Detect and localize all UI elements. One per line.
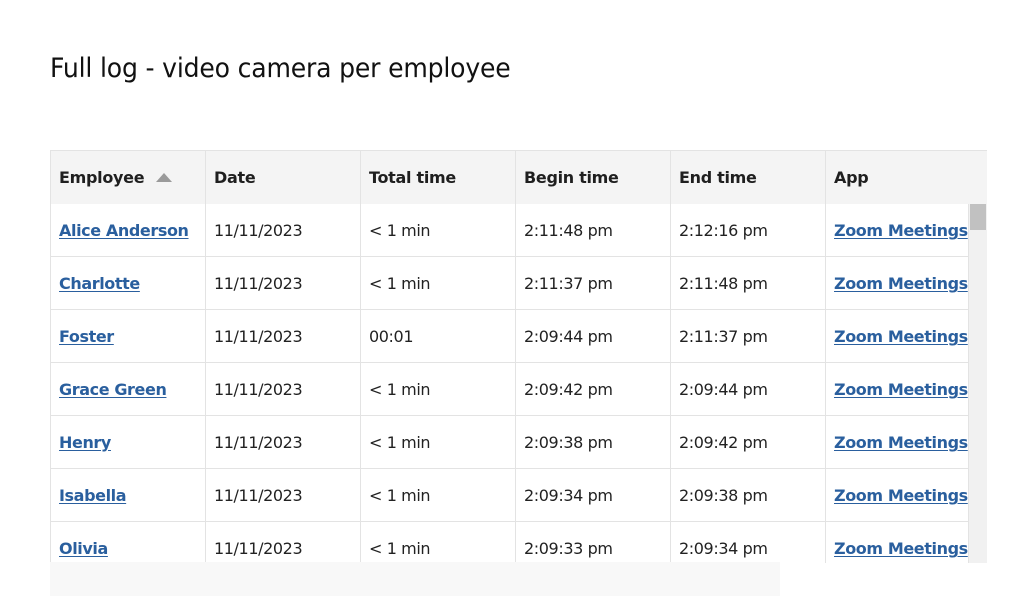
cell-date: 11/11/2023: [206, 416, 361, 468]
scrollbar-thumb[interactable]: [970, 204, 986, 230]
app-link[interactable]: Zoom Meetings: [834, 539, 968, 558]
cell-total-time: < 1 min: [361, 416, 516, 468]
table-body: Alice Anderson 11/11/2023 < 1 min 2:11:4…: [51, 204, 987, 563]
cell-total-time: < 1 min: [361, 363, 516, 415]
employee-link[interactable]: Henry: [59, 433, 111, 452]
table-row: Grace Green 11/11/2023 < 1 min 2:09:42 p…: [51, 363, 987, 416]
cell-end-time: 2:11:37 pm: [671, 310, 826, 362]
cell-date: 11/11/2023: [206, 310, 361, 362]
cell-end-time: 2:09:34 pm: [671, 522, 826, 563]
cell-begin-time: 2:09:42 pm: [516, 363, 671, 415]
cell-date: 11/11/2023: [206, 522, 361, 563]
cell-end-time: 2:09:44 pm: [671, 363, 826, 415]
app-link[interactable]: Zoom Meetings: [834, 274, 968, 293]
cell-begin-time: 2:09:38 pm: [516, 416, 671, 468]
sort-ascending-icon[interactable]: [156, 173, 173, 182]
cell-employee: Henry: [51, 416, 206, 468]
footer-strip: [50, 562, 780, 596]
cell-employee: Isabella: [51, 469, 206, 521]
app-link[interactable]: Zoom Meetings: [834, 486, 968, 505]
column-header-employee[interactable]: Employee: [51, 151, 206, 204]
app-link[interactable]: Zoom Meetings: [834, 380, 968, 399]
table-row: Olivia 11/11/2023 < 1 min 2:09:33 pm 2:0…: [51, 522, 987, 563]
table-row: Henry 11/11/2023 < 1 min 2:09:38 pm 2:09…: [51, 416, 987, 469]
cell-app: Zoom Meetings: [826, 469, 969, 521]
cell-total-time: 00:01: [361, 310, 516, 362]
app-link[interactable]: Zoom Meetings: [834, 327, 968, 346]
table-row: Isabella 11/11/2023 < 1 min 2:09:34 pm 2…: [51, 469, 987, 522]
cell-date: 11/11/2023: [206, 257, 361, 309]
column-header-app[interactable]: App: [826, 151, 987, 204]
cell-app: Zoom Meetings: [826, 363, 969, 415]
cell-app: Zoom Meetings: [826, 522, 969, 563]
cell-employee: Olivia: [51, 522, 206, 563]
cell-begin-time: 2:09:34 pm: [516, 469, 671, 521]
table-row: Charlotte 11/11/2023 < 1 min 2:11:37 pm …: [51, 257, 987, 310]
cell-date: 11/11/2023: [206, 204, 361, 256]
cell-total-time: < 1 min: [361, 257, 516, 309]
cell-date: 11/11/2023: [206, 363, 361, 415]
table-scrollbar[interactable]: [969, 204, 987, 563]
column-header-label: Employee: [59, 168, 145, 187]
cell-end-time: 2:09:42 pm: [671, 416, 826, 468]
cell-end-time: 2:09:38 pm: [671, 469, 826, 521]
cell-app: Zoom Meetings: [826, 204, 969, 256]
cell-date: 11/11/2023: [206, 469, 361, 521]
table-header: Employee Date Total time Begin time End …: [51, 151, 987, 204]
app-link[interactable]: Zoom Meetings: [834, 433, 968, 452]
cell-begin-time: 2:09:33 pm: [516, 522, 671, 563]
employee-link[interactable]: Alice Anderson: [59, 221, 189, 240]
column-header-end-time[interactable]: End time: [671, 151, 826, 204]
table-row: Alice Anderson 11/11/2023 < 1 min 2:11:4…: [51, 204, 987, 257]
employee-link[interactable]: Charlotte: [59, 274, 140, 293]
cell-employee: Foster: [51, 310, 206, 362]
page-title: Full log - video camera per employee: [50, 53, 511, 84]
cell-employee: Charlotte: [51, 257, 206, 309]
column-header-total-time[interactable]: Total time: [361, 151, 516, 204]
employee-link[interactable]: Isabella: [59, 486, 127, 505]
employee-link[interactable]: Foster: [59, 327, 114, 346]
employee-log-table: Employee Date Total time Begin time End …: [50, 150, 987, 563]
cell-begin-time: 2:09:44 pm: [516, 310, 671, 362]
cell-employee: Grace Green: [51, 363, 206, 415]
cell-end-time: 2:11:48 pm: [671, 257, 826, 309]
cell-total-time: < 1 min: [361, 204, 516, 256]
column-header-begin-time[interactable]: Begin time: [516, 151, 671, 204]
cell-begin-time: 2:11:37 pm: [516, 257, 671, 309]
cell-app: Zoom Meetings: [826, 310, 969, 362]
cell-total-time: < 1 min: [361, 522, 516, 563]
app-link[interactable]: Zoom Meetings: [834, 221, 968, 240]
cell-total-time: < 1 min: [361, 469, 516, 521]
cell-app: Zoom Meetings: [826, 416, 969, 468]
cell-begin-time: 2:11:48 pm: [516, 204, 671, 256]
column-header-date[interactable]: Date: [206, 151, 361, 204]
cell-end-time: 2:12:16 pm: [671, 204, 826, 256]
table-row: Foster 11/11/2023 00:01 2:09:44 pm 2:11:…: [51, 310, 987, 363]
employee-link[interactable]: Grace Green: [59, 380, 167, 399]
cell-app: Zoom Meetings: [826, 257, 969, 309]
cell-employee: Alice Anderson: [51, 204, 206, 256]
employee-link[interactable]: Olivia: [59, 539, 108, 558]
